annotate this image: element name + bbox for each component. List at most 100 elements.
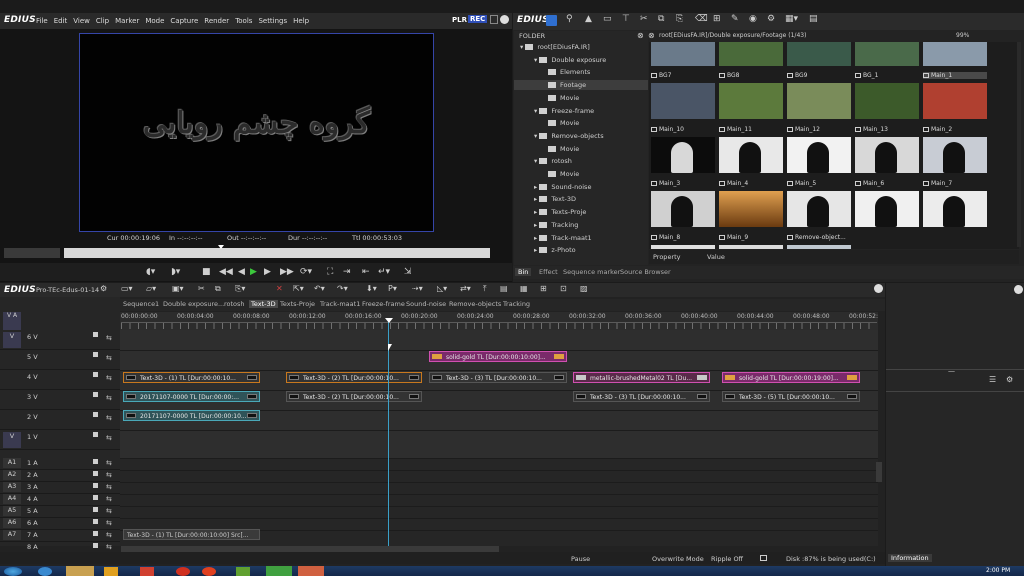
rewind-icon[interactable]: ◀◀ [219, 267, 233, 277]
taskbar-edius-icon[interactable] [266, 566, 292, 576]
sequence-tab-track-maat1[interactable]: Track-maat1 [320, 300, 360, 308]
tab-bin[interactable]: Bin [515, 268, 532, 276]
clip-caption[interactable]: Main_5 [787, 180, 851, 187]
sync-lock-icon[interactable]: ⇆ [106, 354, 112, 362]
timeline-clip[interactable]: Text-3D - (1) TL [Dur:00:00:10... [123, 372, 260, 383]
audio-channel-label[interactable]: A2 [3, 470, 21, 480]
cut-icon[interactable]: ✂ [640, 14, 648, 24]
timeline-clip[interactable]: metallic-brushedMetal02 TL [Du... [573, 372, 710, 383]
tl-delete-icon[interactable]: ✕ [276, 284, 283, 293]
speaker-icon[interactable] [93, 459, 98, 464]
clip-mode-icon[interactable]: ▨ [580, 284, 588, 293]
taskbar-app-icon[interactable] [104, 567, 118, 576]
sync-lock-icon[interactable]: ⇆ [106, 434, 112, 442]
clip-caption[interactable]: Main_2 [923, 126, 987, 133]
clip-thumbnail[interactable] [719, 83, 783, 119]
tl-copy-icon[interactable]: ⧉ [215, 284, 221, 294]
settings-icon[interactable]: ⚙ [767, 14, 775, 24]
track-visible-icon[interactable] [93, 412, 98, 417]
clip-caption[interactable]: Main_11 [719, 126, 783, 133]
shuttle-slider[interactable] [4, 248, 60, 258]
clip-caption[interactable]: BG_1 [855, 72, 919, 79]
taskbar-chrome-icon[interactable] [202, 567, 216, 576]
add-to-timeline-icon[interactable]: ⊞ [713, 14, 721, 24]
track-header[interactable]: 3 V ⇆ [0, 390, 120, 410]
thumbnails-scrollbar[interactable] [1017, 42, 1021, 247]
clip-thumbnail[interactable] [923, 137, 987, 173]
folder-tracking[interactable]: ▸ Tracking [514, 220, 648, 230]
clip-thumbnail[interactable] [923, 42, 987, 66]
clip-caption[interactable]: BG9 [787, 72, 851, 79]
folder-movie[interactable]: Movie [514, 144, 648, 154]
sync-lock-icon[interactable]: ⇆ [106, 394, 112, 402]
start-button[interactable] [4, 567, 22, 576]
menu-mode[interactable]: Mode [145, 13, 164, 29]
folder-movie[interactable]: Movie [514, 169, 648, 179]
save-icon[interactable]: ▣▾ [172, 284, 184, 293]
layout-icon[interactable]: ▤ [809, 14, 818, 24]
folder-close-icon[interactable]: ⊗ [637, 31, 644, 40]
clip-caption[interactable]: Main_4 [719, 180, 783, 187]
stop-icon[interactable]: ■ [202, 267, 211, 277]
folder-remove-objects[interactable]: ▾ Remove-objects [514, 131, 648, 141]
track-visible-icon[interactable] [93, 352, 98, 357]
menu-edit[interactable]: Edit [54, 13, 68, 29]
clip-thumbnail[interactable] [855, 42, 919, 66]
fullscreen-icon[interactable]: ⛶ [327, 267, 333, 277]
sync-lock-icon[interactable]: ⇆ [106, 531, 112, 539]
search-icon[interactable]: ⚲ [566, 14, 573, 24]
tab-sequence-marker[interactable]: Sequence marker [563, 268, 620, 276]
track-header[interactable]: 4 V ⇆ [0, 370, 120, 390]
sync-lock-icon[interactable]: ⇆ [106, 507, 112, 515]
open-clip-icon[interactable]: ▭ [603, 14, 612, 24]
speaker-icon[interactable] [93, 495, 98, 500]
timeline-clip[interactable]: Text-3D - (5) TL [Dur:00:00:10... [722, 391, 860, 402]
overwrite-icon[interactable]: ⇲ [404, 267, 412, 277]
timeline-clip[interactable]: solid-gold TL [Dur:00:00:19:00]... [722, 372, 860, 383]
marker-icon[interactable]: ⬇▾ [366, 284, 377, 293]
sequence-tab-freeze-frame[interactable]: Freeze-frame [362, 300, 405, 308]
menu-view[interactable]: View [73, 13, 90, 29]
set-in-icon[interactable]: ⇥ [343, 267, 351, 277]
sync-lock-icon[interactable]: ⇆ [106, 519, 112, 527]
audio-channel-label[interactable]: A4 [3, 494, 21, 504]
delete-icon[interactable]: ⌫ [695, 14, 708, 24]
playhead-handle[interactable] [385, 318, 393, 323]
view-mode-icon[interactable]: ▦▾ [785, 14, 798, 24]
folder-elements[interactable]: Elements [514, 67, 648, 77]
video-channel-label[interactable]: V [3, 432, 21, 448]
folder-movie[interactable]: Movie [514, 118, 648, 128]
sequence-tab-text-3d[interactable]: Text-3D [249, 300, 278, 308]
clip-thumbnail[interactable] [719, 245, 783, 249]
step-forward-icon[interactable]: ▶ [264, 267, 271, 277]
clip-caption[interactable]: Main_8 [651, 234, 715, 241]
sync-lock-icon[interactable]: ⇆ [106, 414, 112, 422]
clip-caption[interactable]: Main_1 [923, 72, 987, 79]
undo-icon[interactable]: ↶▾ [314, 284, 325, 293]
audio-channel-label[interactable]: A6 [3, 518, 21, 528]
folder-text-3d[interactable]: ▸ Text-3D [514, 194, 648, 204]
tab-source-browser[interactable]: Source Browser [620, 268, 671, 276]
clip-thumbnail[interactable] [719, 137, 783, 173]
clip-caption[interactable]: Main_10 [651, 126, 715, 133]
tl-cut-icon[interactable]: ✂ [198, 284, 205, 293]
new-project-icon[interactable]: ▭▾ [121, 284, 133, 293]
speaker-icon[interactable] [93, 483, 98, 488]
clip-caption[interactable]: Remove-object... [787, 234, 851, 241]
audio-channel-label[interactable]: A3 [3, 482, 21, 492]
clip-caption[interactable]: Main_9 [719, 234, 783, 241]
menu-marker[interactable]: Marker [115, 13, 139, 29]
export-icon[interactable]: ⤒ [483, 284, 487, 294]
sequence-tab-double-exposure-[interactable]: Double exposure... [163, 300, 224, 308]
audio-icon[interactable]: ◺▾ [437, 284, 447, 293]
mark-in-icon[interactable]: ◖▾ [146, 267, 155, 277]
tab-effect[interactable]: Effect [539, 268, 558, 276]
sync-lock-icon[interactable]: ⇆ [106, 483, 112, 491]
snap-icon[interactable]: ⇢▾ [412, 284, 423, 293]
track-header[interactable]: 2 V ⇆ [0, 410, 120, 430]
timeline-clip[interactable]: 20171107-0000 TL [Dur:00:00:10... [123, 410, 260, 421]
playhead[interactable] [388, 318, 389, 546]
clip-caption[interactable]: Main_7 [923, 180, 987, 187]
folder-sound-noise[interactable]: ▸ Sound-noise [514, 182, 648, 192]
sequence-tab-sequence1[interactable]: Sequence1 [123, 300, 159, 308]
